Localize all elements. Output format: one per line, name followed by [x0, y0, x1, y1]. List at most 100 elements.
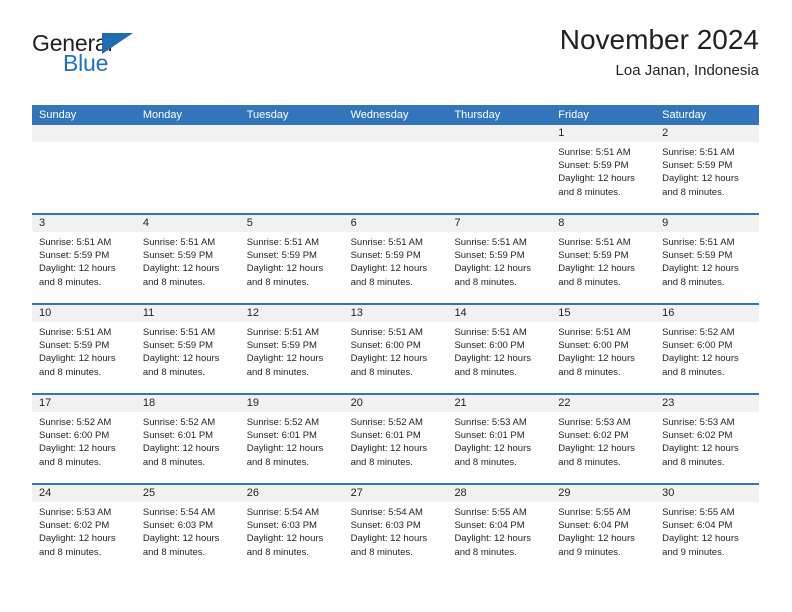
calendar-day-cell[interactable]: 7 Sunrise: 5:51 AM Sunset: 5:59 PM Daylight…	[447, 215, 552, 303]
calendar-day-cell[interactable]: 28 Sunrise: 5:55 AM Sunset: 6:04 PM Dayligh…	[447, 485, 552, 573]
day-number: 27	[343, 485, 448, 502]
sunset-text: Sunset: 6:04 PM	[454, 520, 525, 532]
calendar-day-cell[interactable]: 21 Sunrise: 5:53 AM Sunset: 6:01 PM Dayligh…	[447, 395, 552, 483]
daylight-text: Daylight: 12 hours and 8 minutes.	[142, 533, 220, 558]
calendar-day-cell[interactable]: 9 Sunrise: 5:51 AM Sunset: 5:59 PM Daylight…	[655, 215, 760, 303]
day-details: Sunrise: 5:52 AM Sunset: 6:00 PM Daylight:…	[655, 322, 759, 379]
daylight-text: Daylight: 12 hours and 8 minutes.	[558, 173, 635, 198]
sunset-text: Sunset: 5:59 PM	[558, 250, 629, 262]
day-number: 16	[655, 305, 760, 322]
calendar-day-cell[interactable]: 29 Sunrise: 5:55 AM Sunset: 6:04 PM Dayligh…	[551, 485, 656, 573]
calendar-day-cell[interactable]: 25 Sunrise: 5:54 AM Sunset: 6:03 PM Dayligh…	[135, 485, 240, 573]
daylight-text: Daylight: 12 hours and 8 minutes.	[246, 263, 324, 288]
calendar-day-cell[interactable]: 10 Sunrise: 5:51 AM Sunset: 5:59 PM Dayligh…	[32, 305, 136, 393]
calendar-day-cell[interactable]: 27 Sunrise: 5:54 AM Sunset: 6:03 PM Dayligh…	[343, 485, 448, 573]
day-number: 24	[32, 485, 136, 502]
sunset-text: Sunset: 6:03 PM	[142, 520, 214, 532]
daylight-text: Daylight: 12 hours and 8 minutes.	[662, 443, 739, 468]
daylight-text: Daylight: 12 hours and 9 minutes.	[558, 533, 635, 558]
day-number: 28	[447, 485, 552, 502]
calendar-day-cell[interactable]: 11 Sunrise: 5:51 AM Sunset: 5:59 PM Dayligh…	[135, 305, 240, 393]
sunrise-text: Sunrise: 5:51 AM	[39, 327, 112, 338]
daylight-text: Daylight: 12 hours and 8 minutes.	[454, 263, 532, 288]
day-details: Sunrise: 5:52 AM Sunset: 6:00 PM Daylight:…	[32, 412, 136, 469]
calendar-day-cell[interactable]: 24 Sunrise: 5:53 AM Sunset: 6:02 PM Dayligh…	[32, 485, 136, 573]
daylight-text: Daylight: 12 hours and 8 minutes.	[662, 353, 739, 378]
sunrise-text: Sunrise: 5:55 AM	[454, 507, 527, 518]
sunrise-text: Sunrise: 5:54 AM	[350, 507, 423, 518]
sunrise-text: Sunrise: 5:51 AM	[246, 237, 320, 248]
day-number: 15	[551, 305, 656, 322]
day-number: 11	[135, 305, 240, 322]
calendar-day-cell[interactable]: 13 Sunrise: 5:51 AM Sunset: 6:00 PM Dayligh…	[343, 305, 448, 393]
calendar-day-cell[interactable]: 30 Sunrise: 5:55 AM Sunset: 6:04 PM Dayligh…	[655, 485, 760, 573]
calendar-day-cell[interactable]: 2 Sunrise: 5:51 AM Sunset: 5:59 PM Daylight…	[655, 125, 760, 213]
weekday-header-monday: Monday	[142, 109, 182, 121]
sunrise-text: Sunrise: 5:51 AM	[350, 237, 423, 248]
calendar-day-cell[interactable]: 14 Sunrise: 5:51 AM Sunset: 6:00 PM Dayligh…	[447, 305, 552, 393]
day-details: Sunrise: 5:54 AM Sunset: 6:03 PM Daylight:…	[240, 502, 344, 559]
calendar-day-cell[interactable]: 15 Sunrise: 5:51 AM Sunset: 6:00 PM Dayligh…	[551, 305, 656, 393]
daylight-text: Daylight: 12 hours and 8 minutes.	[39, 443, 116, 468]
day-number: 13	[343, 305, 448, 322]
calendar-day-cell[interactable]: 5 Sunrise: 5:51 AM Sunset: 5:59 PM Daylight…	[239, 215, 344, 303]
calendar-day-cell[interactable]: 20 Sunrise: 5:52 AM Sunset: 6:01 PM Dayligh…	[343, 395, 448, 483]
day-details: Sunrise: 5:52 AM Sunset: 6:01 PM Daylight:…	[136, 412, 240, 469]
day-number: 23	[655, 395, 760, 412]
day-details: Sunrise: 5:51 AM Sunset: 5:59 PM Daylight:…	[447, 232, 551, 289]
calendar-day-cell[interactable]: 18 Sunrise: 5:52 AM Sunset: 6:01 PM Dayligh…	[135, 395, 240, 483]
calendar-week-row: 10 Sunrise: 5:51 AM Sunset: 5:59 PM Dayligh…	[32, 303, 760, 393]
sunrise-text: Sunrise: 5:51 AM	[558, 237, 631, 248]
calendar-day-cell[interactable]: 23 Sunrise: 5:53 AM Sunset: 6:02 PM Dayligh…	[655, 395, 760, 483]
day-number: 17	[32, 395, 136, 412]
calendar-day-cell[interactable]: 1 Sunrise: 5:51 AM Sunset: 5:59 PM Daylight…	[551, 125, 656, 213]
day-details: Sunrise: 5:53 AM Sunset: 6:01 PM Daylight:…	[447, 412, 551, 469]
calendar-day-cell[interactable]: 26 Sunrise: 5:54 AM Sunset: 6:03 PM Dayligh…	[239, 485, 344, 573]
daylight-text: Daylight: 12 hours and 8 minutes.	[558, 353, 635, 378]
day-number: 19	[239, 395, 344, 412]
calendar-day-cell[interactable]: 8 Sunrise: 5:51 AM Sunset: 5:59 PM Daylight…	[551, 215, 656, 303]
calendar-day-cell[interactable]: 6 Sunrise: 5:51 AM Sunset: 5:59 PM Daylight…	[343, 215, 448, 303]
daylight-text: Daylight: 12 hours and 8 minutes.	[350, 443, 428, 468]
day-number: 14	[447, 305, 552, 322]
day-details: Sunrise: 5:51 AM Sunset: 5:59 PM Daylight:…	[32, 322, 136, 379]
sunrise-text: Sunrise: 5:51 AM	[39, 237, 112, 248]
day-details: Sunrise: 5:51 AM Sunset: 5:59 PM Daylight:…	[344, 232, 448, 289]
calendar-week-row: 1 Sunrise: 5:51 AM Sunset: 5:59 PM Daylight…	[32, 125, 760, 213]
page-header: General Blue November 2024 Loa Janan, In…	[32, 24, 759, 96]
day-number: 20	[343, 395, 448, 412]
day-number: 2	[655, 125, 760, 142]
day-details: Sunrise: 5:51 AM Sunset: 5:59 PM Daylight:…	[551, 142, 655, 199]
calendar-day-cell[interactable]: 17 Sunrise: 5:52 AM Sunset: 6:00 PM Dayligh…	[32, 395, 136, 483]
sunrise-text: Sunrise: 5:52 AM	[662, 327, 735, 338]
calendar-day-cell[interactable]: 16 Sunrise: 5:52 AM Sunset: 6:00 PM Dayligh…	[655, 305, 760, 393]
daylight-text: Daylight: 12 hours and 9 minutes.	[662, 533, 739, 558]
sunrise-text: Sunrise: 5:51 AM	[558, 327, 631, 338]
sunset-text: Sunset: 6:01 PM	[142, 430, 214, 442]
day-number: 6	[343, 215, 448, 232]
day-details: Sunrise: 5:55 AM Sunset: 6:04 PM Daylight:…	[551, 502, 655, 559]
weekday-header-wednesday: Wednesday	[350, 109, 409, 121]
day-details: Sunrise: 5:51 AM Sunset: 5:59 PM Daylight:…	[32, 232, 136, 289]
calendar-day-cell[interactable]: 19 Sunrise: 5:52 AM Sunset: 6:01 PM Dayligh…	[239, 395, 344, 483]
calendar-day-cell[interactable]: 3 Sunrise: 5:51 AM Sunset: 5:59 PM Daylight…	[32, 215, 136, 303]
calendar-week-row: 17 Sunrise: 5:52 AM Sunset: 6:00 PM Dayligh…	[32, 393, 760, 483]
calendar-week-row: 3 Sunrise: 5:51 AM Sunset: 5:59 PM Daylight…	[32, 213, 760, 303]
day-details: Sunrise: 5:53 AM Sunset: 6:02 PM Daylight:…	[32, 502, 136, 559]
general-blue-logo[interactable]: General Blue	[32, 32, 212, 88]
calendar-day-cell[interactable]: 22 Sunrise: 5:53 AM Sunset: 6:02 PM Dayligh…	[551, 395, 656, 483]
calendar-day-cell[interactable]: 12 Sunrise: 5:51 AM Sunset: 5:59 PM Dayligh…	[239, 305, 344, 393]
weekday-header-friday: Friday	[558, 109, 589, 121]
day-number: 29	[551, 485, 656, 502]
sunset-text: Sunset: 6:00 PM	[558, 340, 629, 352]
day-details: Sunrise: 5:55 AM Sunset: 6:04 PM Daylight:…	[655, 502, 759, 559]
page-subtitle: Loa Janan, Indonesia	[615, 62, 759, 80]
calendar-day-cell[interactable]: 4 Sunrise: 5:51 AM Sunset: 5:59 PM Daylight…	[135, 215, 240, 303]
sunrise-text: Sunrise: 5:55 AM	[558, 507, 631, 518]
day-number: 1	[551, 125, 656, 142]
sunrise-text: Sunrise: 5:51 AM	[558, 147, 631, 158]
day-number	[135, 125, 240, 142]
sunrise-text: Sunrise: 5:52 AM	[350, 417, 423, 428]
day-details: Sunrise: 5:51 AM Sunset: 5:59 PM Daylight:…	[240, 232, 344, 289]
sunrise-text: Sunrise: 5:51 AM	[246, 327, 320, 338]
